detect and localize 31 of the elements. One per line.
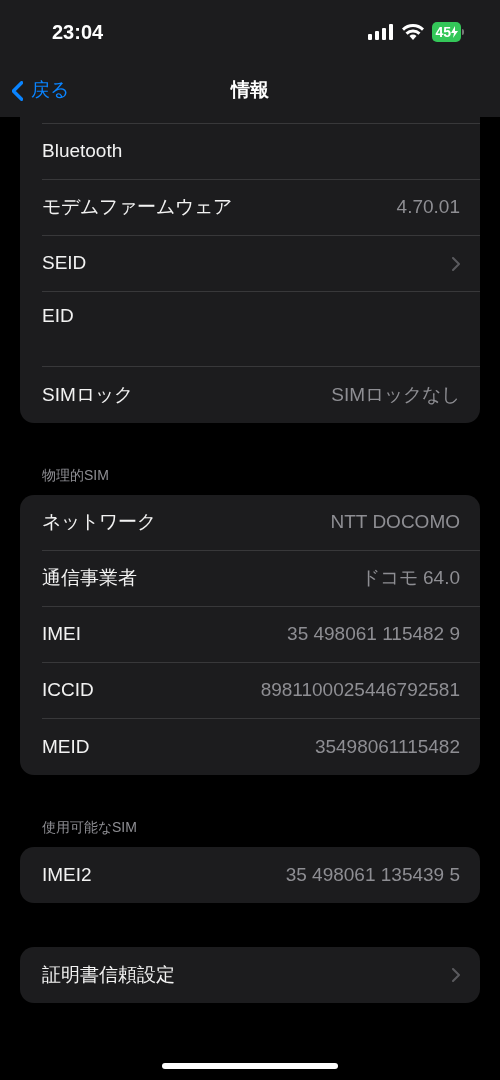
row-label: SEID: [42, 251, 87, 276]
row-label: SIMロック: [42, 382, 133, 407]
row-value: SIMロックなし: [331, 382, 460, 407]
row-value: 4.70.01: [396, 195, 460, 220]
status-time: 23:04: [52, 20, 104, 45]
back-button[interactable]: 戻る: [0, 76, 167, 105]
chevron-icon: [12, 80, 23, 101]
row-label: モデムファームウェア: [42, 195, 232, 220]
nav-title: 情報: [231, 78, 269, 103]
row-value: NTT DOCOMO: [330, 510, 460, 535]
row-label: IMEI2: [42, 862, 92, 887]
chevron-icon: [452, 968, 460, 982]
row-label: 証明書信頼設定: [42, 962, 175, 987]
row-label: IMEI: [42, 622, 82, 647]
row-label: EID: [42, 304, 74, 328]
signal-icon: [368, 24, 395, 40]
row-label: Bluetooth: [42, 139, 123, 164]
row-label: ICCID: [42, 678, 94, 703]
section-header: 物理的SIM: [42, 467, 109, 483]
wifi-icon: [402, 24, 425, 40]
row-value: 8981100025446792581: [260, 678, 460, 703]
row-value: 35 498061 115482 9: [287, 622, 460, 647]
row-value: 35 498061 135439 5: [285, 862, 460, 887]
section-header: 使用可能なSIM: [42, 819, 137, 835]
row-value: 35498061115482: [314, 734, 460, 759]
chevron-icon: [452, 256, 460, 271]
battery-icon: 45: [432, 22, 464, 42]
row-label: ネットワーク: [42, 510, 156, 535]
row-label: 通信事業者: [42, 566, 137, 591]
row-label: MEID: [42, 734, 90, 759]
row-value: ドコモ 64.0: [360, 566, 460, 591]
